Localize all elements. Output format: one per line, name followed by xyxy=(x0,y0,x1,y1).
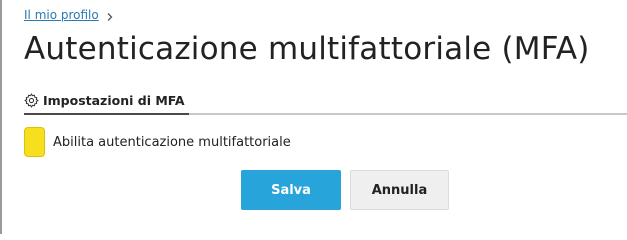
left-border xyxy=(0,0,2,234)
cancel-button[interactable]: Annulla xyxy=(350,170,449,210)
page: Il mio profilo Autenticazione multifatto… xyxy=(0,0,627,234)
page-title: Autenticazione multifattoriale (MFA) xyxy=(24,31,590,67)
tab-label: Impostazioni di MFA xyxy=(43,92,185,108)
enable-mfa-row: Abilita autenticazione multifattoriale xyxy=(24,127,291,157)
enable-mfa-checkbox[interactable] xyxy=(24,127,45,157)
breadcrumb-link-profile[interactable]: Il mio profilo xyxy=(24,8,99,22)
breadcrumb: Il mio profilo xyxy=(24,8,115,22)
chevron-right-icon xyxy=(105,11,115,21)
tab-mfa-settings[interactable]: Impostazioni di MFA xyxy=(24,87,189,115)
gear-icon xyxy=(24,92,39,108)
save-button[interactable]: Salva xyxy=(241,170,341,210)
enable-mfa-label[interactable]: Abilita autenticazione multifattoriale xyxy=(53,135,291,150)
tab-bar: Impostazioni di MFA xyxy=(24,87,627,115)
